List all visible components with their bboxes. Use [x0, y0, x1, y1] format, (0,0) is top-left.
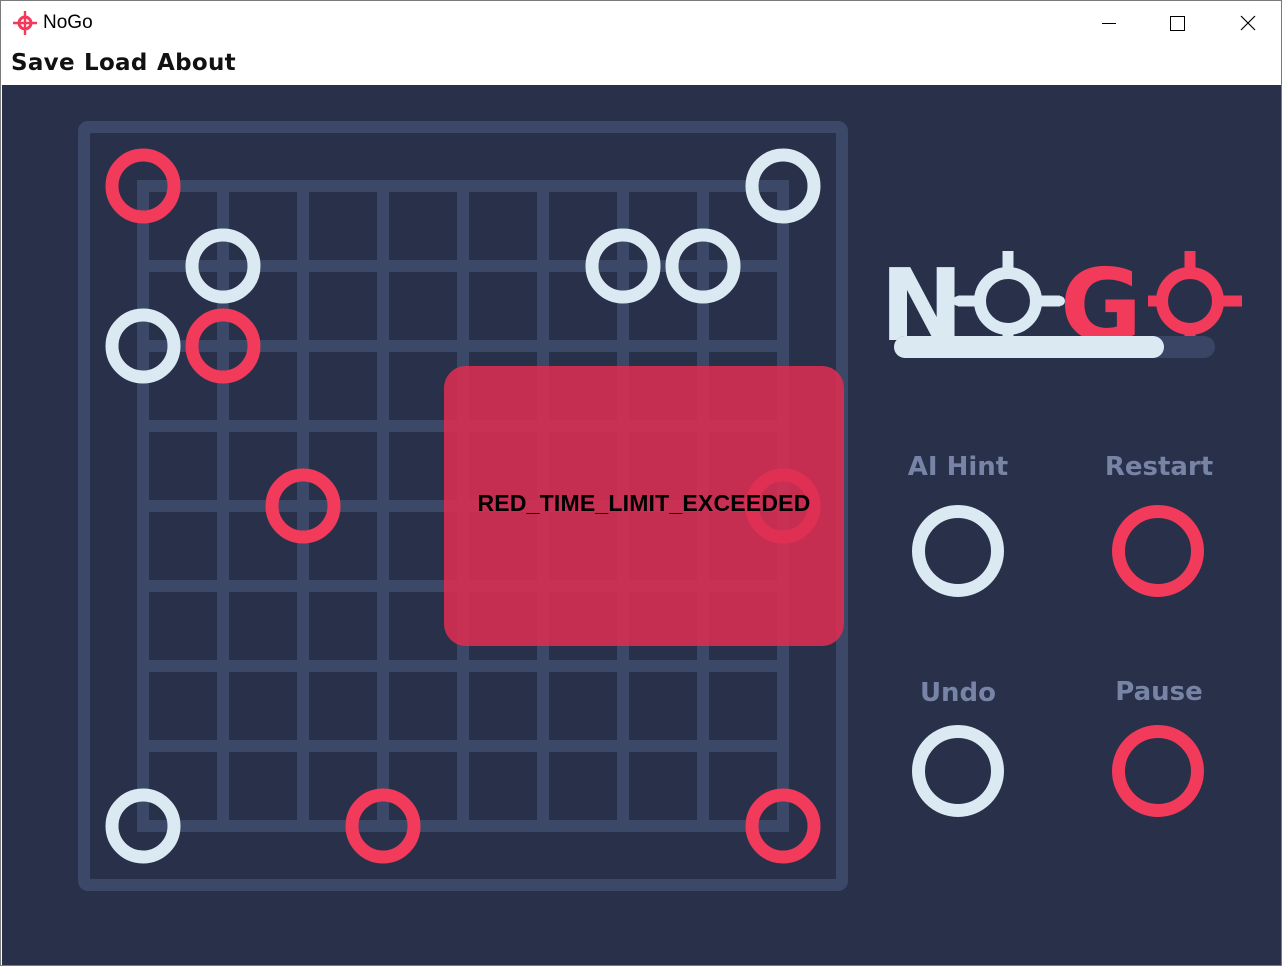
restart-label: Restart — [1104, 452, 1214, 482]
ai-hint-label: AI Hint — [907, 452, 1009, 482]
crosshair-icon — [13, 11, 37, 35]
undo-button[interactable] — [912, 725, 1004, 817]
close-icon — [1240, 15, 1256, 31]
menu-save[interactable]: Save — [11, 50, 75, 76]
turn-timer-bar — [894, 336, 1215, 358]
restart-button[interactable] — [1112, 505, 1204, 597]
close-button[interactable] — [1212, 1, 1281, 45]
turn-timer-fill — [894, 336, 1164, 358]
game-over-overlay: RED_TIME_LIMIT_EXCEEDED — [444, 366, 844, 646]
undo-label: Undo — [919, 678, 997, 708]
game-over-message: RED_TIME_LIMIT_EXCEEDED — [477, 490, 811, 516]
pause-button[interactable] — [1112, 725, 1204, 817]
menu-about[interactable]: About — [157, 50, 236, 76]
menu-bar: Save Load About — [1, 45, 1281, 85]
minimize-icon — [1102, 23, 1116, 24]
game-area: N G AI Hint Restart Undo Pause RED_TIME_… — [2, 85, 1281, 965]
menu-load[interactable]: Load — [84, 50, 148, 76]
app-window: NoGo Save Load About N G AI Hint Restart… — [0, 0, 1282, 966]
maximize-icon — [1170, 16, 1185, 31]
title-bar[interactable]: NoGo — [1, 1, 1281, 45]
window-title: NoGo — [43, 12, 93, 33]
minimize-button[interactable] — [1073, 1, 1143, 45]
maximize-button[interactable] — [1142, 1, 1212, 45]
pause-label: Pause — [1115, 677, 1203, 707]
ai-hint-button[interactable] — [912, 505, 1004, 597]
